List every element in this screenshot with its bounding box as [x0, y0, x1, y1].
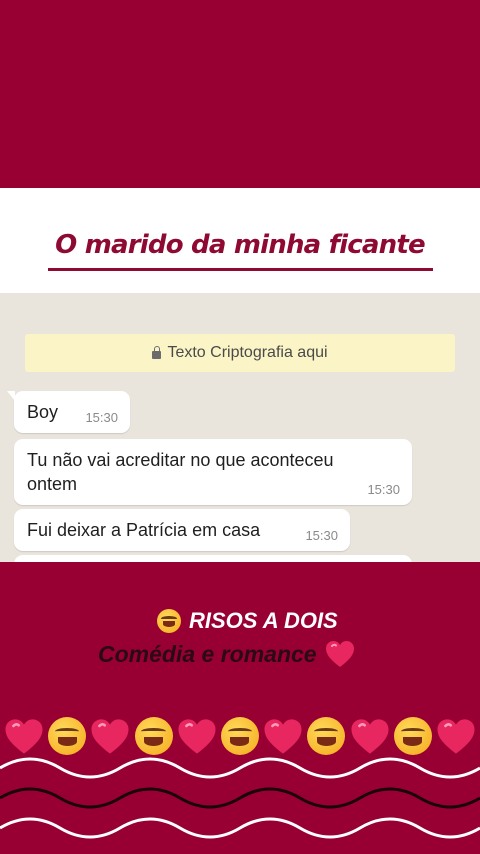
- heart-icon: [177, 718, 217, 755]
- heart-icon: [4, 718, 44, 755]
- heart-icon: [263, 718, 303, 755]
- message-text: Boy: [27, 402, 59, 422]
- laughing-icon: [220, 717, 259, 755]
- laughing-icon: [393, 717, 432, 755]
- laughing-icon: [157, 609, 181, 633]
- top-banner: [0, 0, 480, 188]
- message-time: 15:30: [85, 410, 118, 425]
- message-bubble-partial: [14, 555, 412, 562]
- message-bubble[interactable]: Boy 15:30: [7, 391, 130, 433]
- message-text: Tu não vai acreditar no que aconteceu on…: [27, 450, 334, 494]
- brand-name-line: RISOS A DOIS: [157, 608, 338, 634]
- laughing-icon: [307, 717, 346, 755]
- chat-screenshot: Texto Criptografia aqui Boy 15:30 Tu não…: [0, 293, 480, 562]
- message-bubble[interactable]: Tu não vai acreditar no que aconteceu on…: [14, 439, 412, 505]
- message-bubble[interactable]: Fui deixar a Patrícia em casa 15:30: [14, 509, 350, 551]
- decorative-waves: [0, 757, 480, 839]
- message-time: 15:30: [305, 528, 338, 543]
- title-card: O marido da minha ficante: [0, 188, 480, 293]
- encryption-banner: Texto Criptografia aqui: [25, 334, 455, 372]
- lock-icon: [152, 346, 162, 359]
- heart-icon: [350, 718, 390, 755]
- encryption-banner-text: Texto Criptografia aqui: [167, 344, 328, 361]
- message-text: Fui deixar a Patrícia em casa: [27, 520, 261, 540]
- title-underline: [48, 268, 433, 271]
- heart-icon: [325, 640, 355, 668]
- emoji-row: [0, 712, 480, 760]
- heart-icon: [436, 718, 476, 755]
- brand-tagline: Comédia e romance: [98, 640, 317, 667]
- laughing-icon: [48, 717, 87, 755]
- brand-tagline-line: Comédia e romance: [98, 640, 355, 668]
- page-title: O marido da minha ficante: [55, 230, 425, 260]
- brand-block: RISOS A DOIS Comédia e romance: [0, 604, 480, 674]
- laughing-icon: [134, 717, 173, 755]
- message-time: 15:30: [367, 482, 400, 497]
- heart-icon: [90, 718, 130, 755]
- brand-name: RISOS A DOIS: [189, 608, 338, 633]
